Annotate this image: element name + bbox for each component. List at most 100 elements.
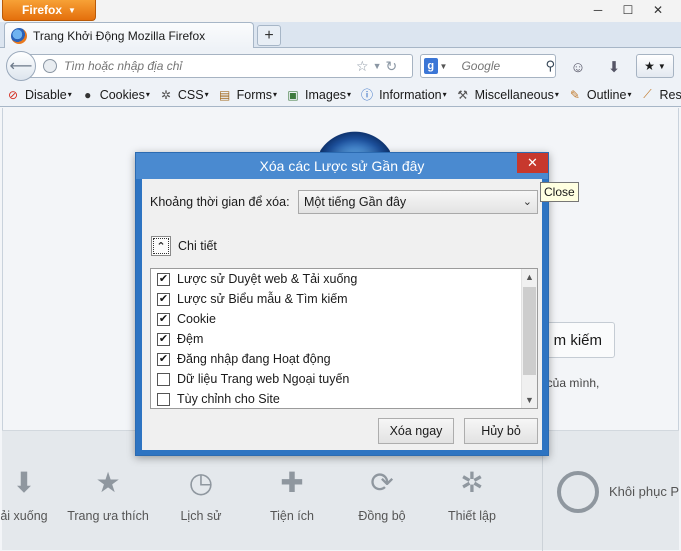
- clear-history-dialog: Xóa các Lược sử Gần đây ✕ Khoảng thời gi…: [135, 152, 549, 456]
- firefox-favicon-icon: [11, 28, 27, 44]
- devtool-label: Images: [305, 87, 347, 102]
- addon-icon[interactable]: ☺: [568, 57, 588, 77]
- scroll-down-icon[interactable]: ▼: [522, 392, 537, 408]
- chevron-down-icon: ▾: [204, 90, 209, 99]
- download-icon: ⬇: [12, 466, 36, 498]
- list-scrollbar[interactable]: ▲ ▼: [521, 269, 537, 408]
- devtool-miscellaneous-menu[interactable]: ⚒ Miscellaneous ▾: [455, 87, 559, 103]
- checklist-item[interactable]: ✔ Đăng nhập đang Hoạt động: [157, 349, 331, 369]
- google-engine-icon[interactable]: g: [424, 58, 438, 74]
- reload-icon[interactable]: ↻: [385, 58, 397, 75]
- restore-session-button[interactable]: Khôi phục P: [542, 431, 681, 551]
- engine-dropdown-icon[interactable]: ▼: [440, 62, 448, 71]
- checklist-item[interactable]: ✔ Lược sử Duyệt web & Tải xuống: [157, 269, 357, 289]
- cancel-button[interactable]: Hủy bỏ: [464, 418, 538, 444]
- tab-title: Trang Khởi Động Mozilla Firefox: [33, 29, 206, 43]
- tab-start-page[interactable]: Trang Khởi Động Mozilla Firefox: [4, 22, 254, 49]
- star-bookmark-icon[interactable]: ☆: [356, 58, 369, 75]
- sync-icon: ⟳: [370, 466, 394, 498]
- devtool-disable-menu[interactable]: ⊘ Disable ▾: [5, 87, 72, 103]
- checkbox[interactable]: ✔: [157, 272, 170, 286]
- checkbox[interactable]: ✔: [157, 332, 170, 346]
- bookmarks-menu-button[interactable]: ★ ▼: [636, 54, 674, 78]
- devtool-outline-menu[interactable]: ✎ Outline ▾: [567, 87, 632, 103]
- chevron-down-icon: ▾: [347, 90, 352, 99]
- devtool-images-menu[interactable]: ▣ Images ▾: [285, 87, 351, 103]
- web-developer-toolbar: ⊘ Disable ▾ ● Cookies ▾ ✲ CSS ▾ ▤ Forms ▾ ▣ Images ▾ ⓘ I…: [0, 83, 681, 107]
- chevron-up-icon: ⌃: [156, 240, 166, 253]
- new-tab-button[interactable]: +: [257, 25, 281, 46]
- launcher-tile-label: ải xuống: [0, 509, 48, 523]
- url-bar[interactable]: ☆ ▼ ↻: [28, 54, 413, 78]
- maximize-button[interactable]: ☐: [615, 2, 641, 18]
- scroll-up-icon[interactable]: ▲: [522, 269, 537, 285]
- title-bar: Firefox ▼ ─ ☐ ✕: [0, 0, 681, 22]
- firefox-menu-button[interactable]: Firefox ▼: [2, 0, 96, 21]
- chevron-down-icon: ▼: [657, 61, 666, 71]
- launcher-tile-label: Lịch sử: [180, 509, 222, 523]
- restore-label: Khôi phục P: [609, 484, 680, 499]
- window-close-button[interactable]: ✕: [645, 2, 671, 18]
- checkbox[interactable]: ✔: [157, 352, 170, 366]
- devtool-label: Information: [379, 87, 442, 102]
- chevron-down-icon: ▼: [68, 5, 76, 15]
- checkbox[interactable]: [157, 392, 170, 406]
- tab-strip: Trang Khởi Động Mozilla Firefox +: [0, 22, 681, 49]
- person-icon: ●: [84, 87, 92, 102]
- download-arrow-icon[interactable]: ⬇: [604, 57, 624, 77]
- time-range-select[interactable]: Một tiếng Gần đây ⌄: [298, 190, 538, 214]
- devtool-label: CSS: [177, 87, 204, 102]
- restore-icon: [557, 471, 599, 513]
- clipboard-icon: ▤: [218, 87, 231, 102]
- dialog-body: Khoảng thời gian để xóa: Một tiếng Gần đ…: [142, 179, 542, 450]
- back-button[interactable]: ⟵: [6, 51, 36, 81]
- devtool-label: Miscellaneous: [474, 87, 554, 102]
- scroll-thumb[interactable]: [523, 287, 536, 375]
- chevron-down-icon: ▾: [627, 90, 632, 99]
- minimize-button[interactable]: ─: [585, 2, 611, 18]
- search-input[interactable]: [459, 58, 544, 74]
- prohibited-icon: ⊘: [7, 87, 19, 102]
- chevron-down-icon: ▾: [442, 90, 447, 99]
- url-input[interactable]: [62, 58, 352, 74]
- checklist-item[interactable]: Dữ liệu Trang web Ngoại tuyến: [157, 369, 349, 389]
- checklist-item[interactable]: ✔ Cookie: [157, 309, 216, 329]
- launcher-tile[interactable]: ⬇ ải xuống: [0, 431, 69, 551]
- details-label: Chi tiết: [178, 239, 217, 253]
- checklist-item[interactable]: ✔ Đệm: [157, 329, 203, 349]
- devtool-label: Resize: [659, 87, 681, 102]
- clear-now-button[interactable]: Xóa ngay: [378, 418, 454, 444]
- devtool-css-menu[interactable]: ✲ CSS ▾: [158, 87, 209, 103]
- globe-icon: [43, 59, 57, 73]
- firefox-menu-label: Firefox: [22, 3, 63, 17]
- dialog-title: Xóa các Lược sử Gần đây: [259, 158, 425, 174]
- devtool-resize-menu[interactable]: ⟋Resize▾: [639, 87, 681, 103]
- devtool-label: Forms: [236, 87, 273, 102]
- checklist-item-label: Đăng nhập đang Hoạt động: [177, 352, 331, 366]
- dialog-close-button[interactable]: ✕: [517, 153, 548, 173]
- checklist-item[interactable]: Tùy chỉnh cho Site: [157, 389, 280, 408]
- details-checklist: ▲ ▼ ✔ Lược sử Duyệt web & Tải xuống ✔ Lược …: [150, 268, 538, 409]
- url-dropdown-icon[interactable]: ▼: [373, 61, 382, 71]
- checklist-item[interactable]: ✔ Lược sử Biểu mẫu & Tìm kiếm: [157, 289, 348, 309]
- time-range-value: Một tiếng Gần đây: [304, 195, 407, 209]
- search-bar[interactable]: g ▼ ⚲: [420, 54, 556, 78]
- puzzle-icon: ✚: [280, 466, 304, 498]
- gear-icon: ✲: [160, 87, 171, 102]
- checklist-item-label: Cookie: [177, 312, 216, 326]
- chevron-down-icon: ▾: [273, 90, 278, 99]
- devtool-label: Cookies: [99, 87, 145, 102]
- checkbox[interactable]: [157, 372, 170, 386]
- info-icon: ⓘ: [361, 88, 374, 102]
- devtool-information-menu[interactable]: ⓘ Information ▾: [359, 87, 447, 103]
- devtool-cookies-menu[interactable]: ● Cookies ▾: [80, 87, 150, 103]
- magnifier-icon[interactable]: ⚲: [545, 58, 555, 74]
- devtool-forms-menu[interactable]: ▤ Forms ▾: [217, 87, 277, 103]
- arrow-left-icon: ⟵: [9, 58, 33, 75]
- gear-icon: ✲: [460, 466, 484, 498]
- chevron-down-icon: ▾: [145, 90, 150, 99]
- details-toggle-button[interactable]: ⌃: [151, 236, 171, 256]
- chevron-down-icon: ▾: [67, 90, 72, 99]
- checkbox[interactable]: ✔: [157, 292, 170, 306]
- checkbox[interactable]: ✔: [157, 312, 170, 326]
